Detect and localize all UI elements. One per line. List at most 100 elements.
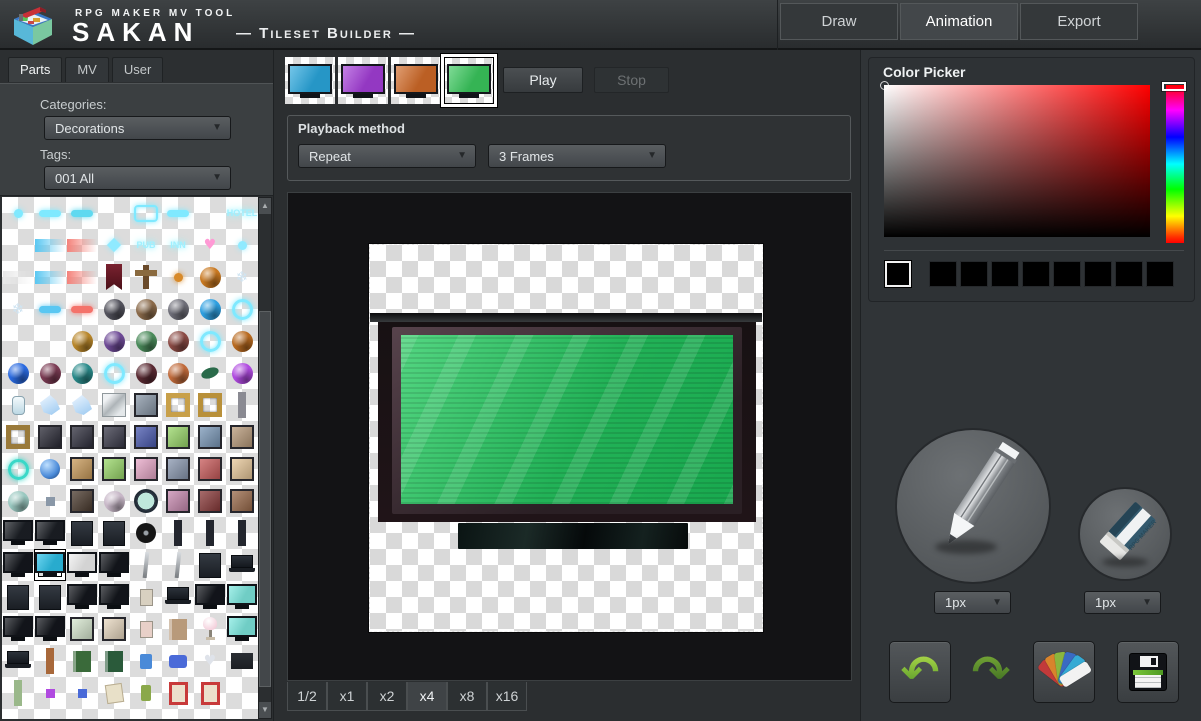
tile[interactable] — [162, 197, 194, 229]
tile[interactable] — [226, 485, 258, 517]
stop-button[interactable]: Stop — [594, 67, 669, 93]
tile[interactable]: ♥ — [194, 229, 226, 261]
tile[interactable]: ❄ — [226, 261, 258, 293]
zoom-x2[interactable]: x2 — [367, 682, 407, 711]
tile[interactable] — [130, 517, 162, 549]
tile[interactable] — [98, 549, 130, 581]
zoom-x8[interactable]: x8 — [447, 682, 487, 711]
frame-thumbnail-1[interactable] — [285, 57, 335, 104]
redo-button[interactable]: ↷ — [960, 641, 1022, 703]
tile[interactable] — [66, 613, 98, 645]
tile[interactable] — [162, 389, 194, 421]
tile[interactable] — [194, 293, 226, 325]
tile[interactable] — [162, 261, 194, 293]
tile[interactable] — [162, 421, 194, 453]
tile[interactable] — [2, 229, 34, 261]
tile[interactable] — [2, 485, 34, 517]
tile[interactable] — [66, 229, 98, 261]
color-swatch-8[interactable] — [1146, 261, 1174, 287]
tile[interactable] — [194, 549, 226, 581]
tile[interactable] — [130, 421, 162, 453]
color-swatch-4[interactable] — [1022, 261, 1050, 287]
color-swatch-1[interactable] — [929, 261, 957, 287]
tile[interactable] — [194, 357, 226, 389]
undo-button[interactable]: ↶ — [889, 641, 951, 703]
tile[interactable] — [162, 645, 194, 677]
tile[interactable] — [98, 517, 130, 549]
scrollbar-thumb[interactable] — [259, 311, 271, 687]
scroll-down-icon[interactable]: ▼ — [259, 702, 271, 718]
tile[interactable] — [226, 453, 258, 485]
tile[interactable] — [66, 357, 98, 389]
tile[interactable] — [2, 261, 34, 293]
tile[interactable] — [98, 229, 130, 261]
tile[interactable] — [98, 421, 130, 453]
eraser-tool-button[interactable]: RPG MAKER — [1078, 487, 1172, 581]
eraser-size-dropdown[interactable]: 1px ▼ — [1084, 591, 1161, 614]
tile[interactable] — [162, 453, 194, 485]
frame-thumbnail-2[interactable] — [338, 57, 388, 104]
tile[interactable] — [34, 613, 66, 645]
tile[interactable] — [34, 261, 66, 293]
tile[interactable] — [130, 613, 162, 645]
tile[interactable] — [130, 389, 162, 421]
tile[interactable] — [226, 645, 258, 677]
tile[interactable] — [130, 581, 162, 613]
palette-button[interactable] — [1033, 641, 1095, 703]
current-color-swatch[interactable] — [885, 261, 911, 287]
tile[interactable] — [130, 645, 162, 677]
tile[interactable] — [162, 549, 194, 581]
tile[interactable]: INN — [162, 229, 194, 261]
tile[interactable] — [34, 229, 66, 261]
color-swatch-7[interactable] — [1115, 261, 1143, 287]
tile[interactable] — [194, 453, 226, 485]
tile[interactable] — [194, 389, 226, 421]
tile[interactable] — [98, 485, 130, 517]
categories-dropdown[interactable]: Decorations ▼ — [44, 116, 231, 140]
tile[interactable] — [2, 453, 34, 485]
tile[interactable] — [98, 293, 130, 325]
tile[interactable] — [162, 613, 194, 645]
zoom-x1[interactable]: x1 — [327, 682, 367, 711]
save-button[interactable] — [1117, 641, 1179, 703]
tile[interactable] — [194, 613, 226, 645]
tile[interactable] — [194, 325, 226, 357]
tile[interactable] — [98, 645, 130, 677]
tile[interactable] — [98, 261, 130, 293]
tab-animation[interactable]: Animation — [900, 3, 1018, 40]
tile[interactable] — [162, 677, 194, 709]
tile[interactable] — [194, 677, 226, 709]
tile[interactable] — [194, 517, 226, 549]
tile[interactable] — [2, 197, 34, 229]
canvas-selection[interactable] — [369, 244, 763, 632]
tile[interactable] — [130, 485, 162, 517]
tile[interactable] — [66, 645, 98, 677]
tile[interactable] — [66, 549, 98, 581]
tile[interactable] — [226, 421, 258, 453]
tile[interactable] — [162, 581, 194, 613]
tile[interactable] — [66, 325, 98, 357]
tile[interactable] — [2, 517, 34, 549]
tile[interactable] — [34, 421, 66, 453]
tile[interactable] — [34, 517, 66, 549]
tile[interactable] — [130, 677, 162, 709]
animation-canvas[interactable] — [287, 192, 852, 681]
sidebar-tab-user[interactable]: User — [112, 57, 163, 82]
tile[interactable] — [194, 581, 226, 613]
tags-dropdown[interactable]: 001 All ▼ — [44, 166, 231, 190]
tile[interactable] — [2, 389, 34, 421]
tile[interactable] — [130, 325, 162, 357]
scroll-up-icon[interactable]: ▲ — [259, 198, 271, 214]
tile[interactable] — [2, 581, 34, 613]
tile[interactable] — [226, 517, 258, 549]
tile-selected[interactable] — [34, 549, 66, 581]
tile[interactable] — [162, 485, 194, 517]
tile[interactable] — [226, 229, 258, 261]
zoom-x4[interactable]: x4 — [407, 682, 447, 711]
tile[interactable] — [226, 677, 258, 709]
tile[interactable] — [98, 357, 130, 389]
tile[interactable] — [98, 613, 130, 645]
tile[interactable] — [98, 677, 130, 709]
tile[interactable] — [2, 613, 34, 645]
tile[interactable] — [66, 293, 98, 325]
